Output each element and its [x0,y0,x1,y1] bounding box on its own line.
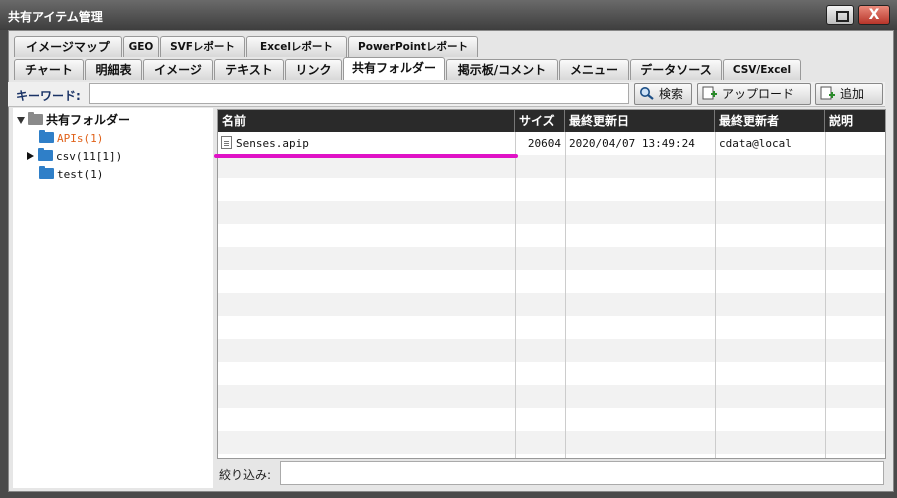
table-row [218,247,885,270]
folder-icon [28,112,43,125]
magnifier-icon [640,87,654,100]
folder-icon [39,130,54,143]
maximize-button[interactable] [826,5,854,25]
folder-tree: 共有フォルダー APIs(1) csv(11[1]) test(1) [13,108,213,488]
filter-label: 絞り込み: [219,468,272,482]
tab-data-source[interactable]: データソース [630,59,722,80]
add-button[interactable]: 追加 [815,83,883,105]
table-row [218,224,885,247]
folder-icon [39,166,54,179]
column-divider [515,132,516,458]
search-button[interactable]: 検索 [634,83,692,105]
highlight-underline [214,154,518,158]
table-header: 名前 サイズ 最終更新日 最終更新者 説明 [218,110,885,132]
tab-shared-folder[interactable]: 共有フォルダー [343,57,445,80]
cell-modified-by: cdata@local [719,137,792,150]
search-button-label: 検索 [659,87,684,101]
cell-size: 20604 [527,137,561,150]
tree-item-label: APIs(1) [57,132,104,145]
column-divider [565,132,566,458]
file-name: Senses.apip [236,137,309,150]
collapse-arrow-icon[interactable] [17,117,25,124]
table-row [218,201,885,224]
table-row [218,408,885,431]
add-button-label: 追加 [840,87,865,101]
folder-icon [38,148,53,161]
column-header-modified[interactable]: 最終更新日 [565,110,715,132]
tab-chart[interactable]: チャート [14,59,84,80]
tab-imagemap[interactable]: イメージマップ [14,36,122,57]
tree-item-apis[interactable]: APIs(1) [39,130,103,146]
column-divider [825,132,826,458]
file-table: 名前 サイズ 最終更新日 最終更新者 説明 Senses.apip 20604 20… [217,109,886,459]
tab-image[interactable]: イメージ [143,59,213,80]
keyword-input[interactable] [89,83,629,104]
tab-detail-table[interactable]: 明細表 [85,59,142,80]
tab-csv-excel[interactable]: CSV/Excel [723,59,801,80]
table-row [218,362,885,385]
file-icon [221,136,232,149]
tree-item-test[interactable]: test(1) [39,166,103,182]
column-header-name[interactable]: 名前 [218,110,515,132]
window-title: 共有アイテム管理 [8,10,103,24]
tab-powerpoint-report[interactable]: PowerPointレポート [348,36,478,57]
close-button[interactable]: X [858,5,890,25]
tree-item-label: csv(11[1]) [56,150,123,163]
keyword-label: キーワード: [16,89,81,103]
cell-modified: 2020/04/07 13:49:24 [569,137,695,150]
upload-button-label: アップロード [722,87,795,101]
tab-excel-report[interactable]: Excelレポート [246,36,347,57]
upload-icon [702,86,717,100]
tab-geo[interactable]: GEO [123,36,159,57]
tab-bulletin-comment[interactable]: 掲示板/コメント [446,59,558,80]
add-icon [820,86,835,100]
tree-item-csv[interactable]: csv(11[1]) [27,148,122,164]
tree-root[interactable]: 共有フォルダー [17,112,130,128]
table-row[interactable]: Senses.apip 20604 2020/04/07 13:49:24 cdata… [218,132,885,155]
filter-input[interactable] [280,461,884,485]
column-header-modified-by[interactable]: 最終更新者 [715,110,825,132]
tree-root-label: 共有フォルダー [46,113,131,127]
table-row [218,431,885,454]
title-bar: 共有アイテム管理 X [0,0,897,30]
table-row [218,339,885,362]
tab-menu[interactable]: メニュー [559,59,629,80]
table-row [218,385,885,408]
tab-svf-report[interactable]: SVFレポート [160,36,245,57]
table-row [218,293,885,316]
table-row [218,178,885,201]
table-row [218,270,885,293]
column-header-size[interactable]: サイズ [515,110,565,132]
tree-item-label: test(1) [57,168,104,181]
tab-link[interactable]: リンク [285,59,342,80]
table-row [218,316,885,339]
expand-arrow-icon[interactable] [27,152,34,160]
tab-text[interactable]: テキスト [214,59,284,80]
upload-button[interactable]: アップロード [697,83,811,105]
column-divider [715,132,716,458]
cell-name[interactable]: Senses.apip [221,132,309,155]
table-row [218,155,885,178]
column-header-description[interactable]: 説明 [825,110,885,132]
